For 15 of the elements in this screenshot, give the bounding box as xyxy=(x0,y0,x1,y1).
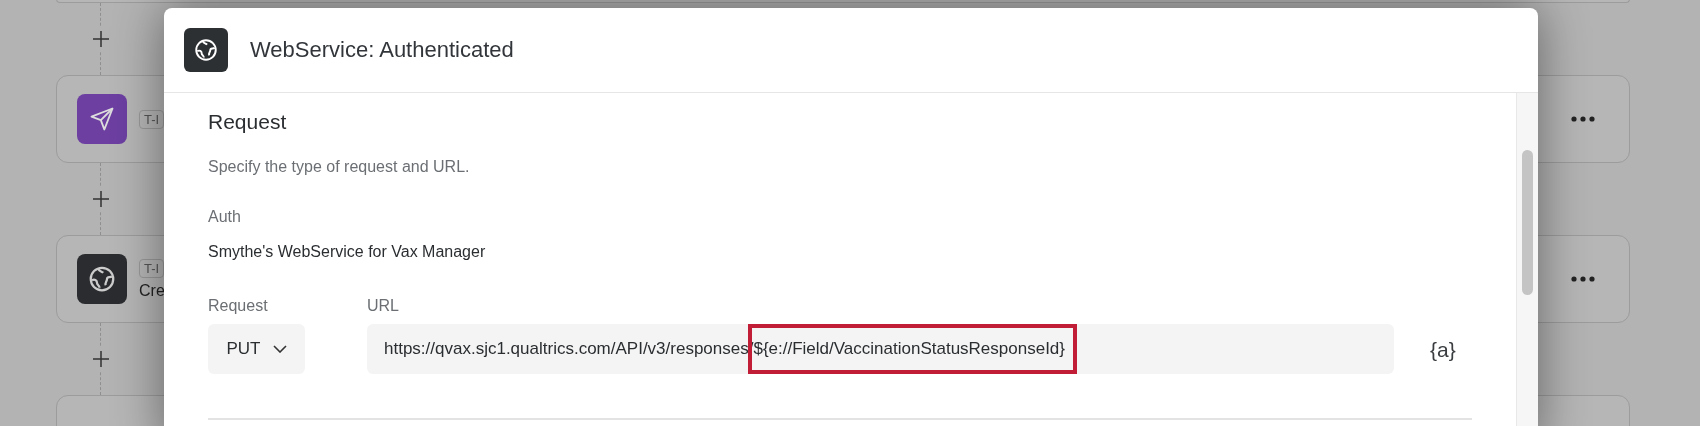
scrollbar[interactable] xyxy=(1516,93,1538,426)
section-description: Specify the type of request and URL. xyxy=(208,158,471,176)
field-label: Auth xyxy=(208,208,242,226)
field-label: URL xyxy=(367,297,400,315)
send-icon xyxy=(88,105,116,133)
section-heading: Request xyxy=(208,109,288,135)
task-name: Cre xyxy=(139,281,165,300)
auth-value: Smythe's WebService for Vax Manager xyxy=(208,243,487,261)
chevron-down-icon xyxy=(272,345,287,353)
field-label: Request xyxy=(208,297,269,315)
globe-icon xyxy=(87,264,117,294)
globe-icon xyxy=(193,37,219,63)
piped-text-button[interactable]: {a} xyxy=(1430,338,1456,362)
dialog-title: WebService: Authenticated xyxy=(250,37,514,63)
method-dropdown[interactable]: PUT xyxy=(208,324,305,374)
